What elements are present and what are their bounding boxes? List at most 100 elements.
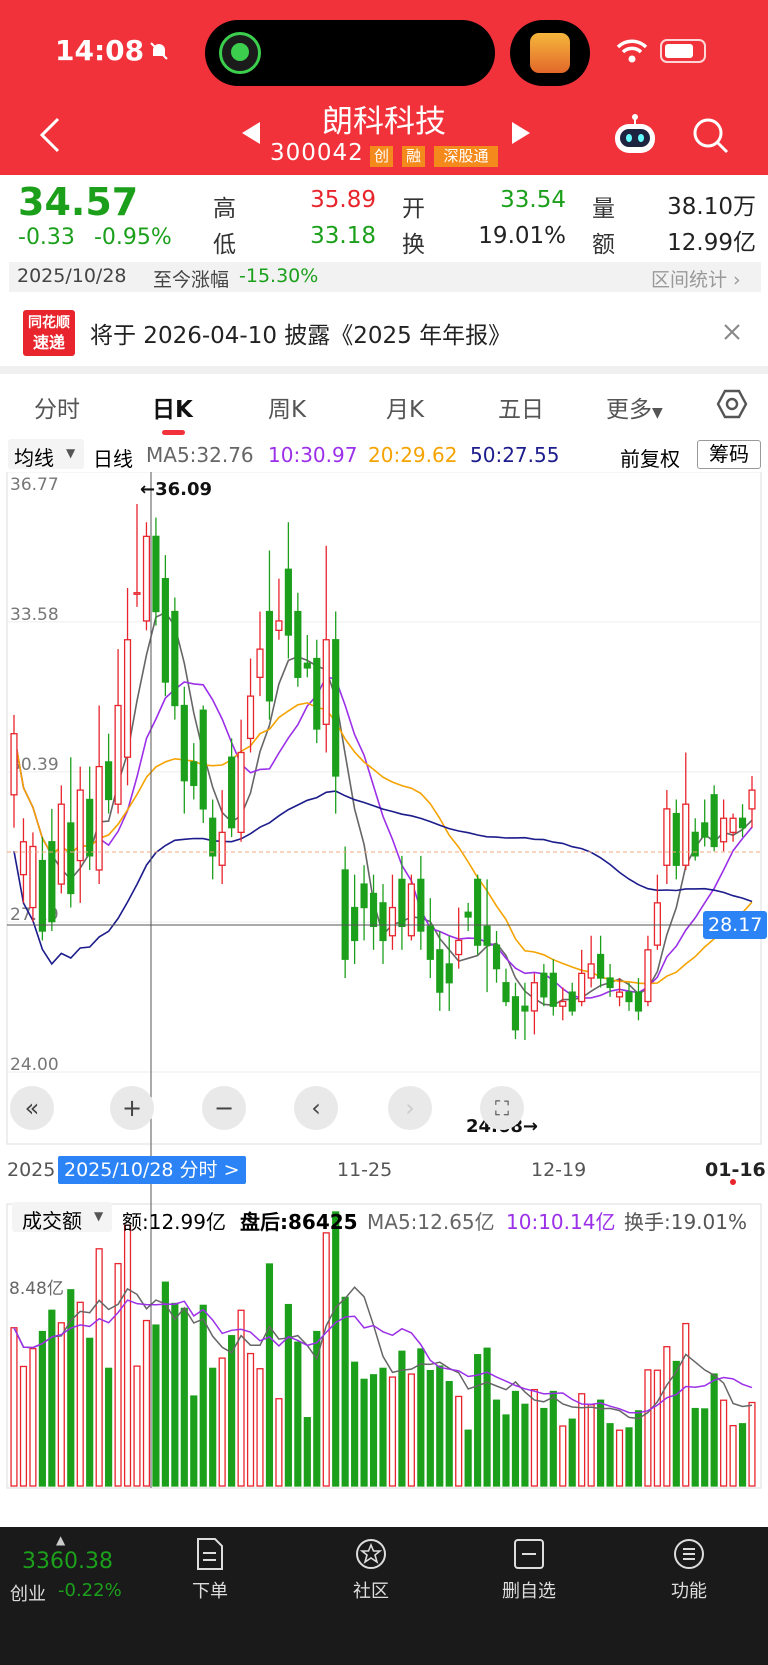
candle [294,610,302,678]
notice-logo-line2: 速递 [32,333,65,352]
volume-bar [653,1369,661,1487]
tab-more[interactable]: 更多▼ [606,390,663,424]
volume-bar [152,1324,160,1487]
ma50-value: 50:27.55 [470,443,560,467]
kline-chart[interactable]: 36.7733.5830.3927.1924.00 ←36.09 24.68→ … [0,472,768,1512]
scroll-left-button[interactable]: ‹ [294,1086,338,1130]
volume-bar [417,1348,425,1487]
tag-chuang: 创 [370,146,394,167]
volume-bar [549,1390,557,1487]
x-tick-start: 2025 [7,1159,55,1181]
ma5-value: MA5:32.76 [146,443,254,467]
volume-bar [341,1296,349,1487]
volume-bar [455,1395,463,1487]
candle [256,648,264,678]
volume-indicator-select[interactable]: 成交额 ▼ [12,1202,112,1233]
island-secondary [510,20,590,86]
candle [549,972,557,1007]
chips-button[interactable]: 筹码 [697,440,761,469]
zoom-minus-button[interactable]: − [202,1086,246,1130]
index-change: -0.22% [58,1580,122,1601]
selected-date-badge[interactable]: 2025/10/28 分时 > [58,1156,246,1184]
volume-bar [284,1303,292,1487]
ma20-value: 20:29.62 [368,443,458,467]
candle [701,822,709,838]
candle [86,798,94,857]
candle [426,925,434,960]
volume-bar [521,1403,529,1487]
hexagon-settings-icon[interactable] [716,388,748,420]
nav-order[interactable]: 下单 [165,1537,255,1603]
volume-bar [351,1361,359,1487]
caret-down-icon: ▼ [94,1209,104,1223]
island-app-icon[interactable] [219,32,261,74]
candle [748,789,756,810]
fullscreen-icon[interactable]: ⛶ [480,1086,524,1130]
volume-bar [464,1429,472,1487]
close-icon[interactable] [722,322,742,342]
tab-monthly-k[interactable]: 月K [386,390,424,424]
volume-ma5: MA5:12.65亿 [367,1210,495,1234]
candle [142,535,151,622]
candle [720,817,728,843]
tab-daily-k[interactable]: 日K [152,390,193,424]
candle [209,817,217,857]
range-stats-button[interactable]: 区间统计 › [651,265,741,292]
candle [76,789,84,862]
chart-border [6,472,762,1145]
candle [67,822,75,895]
volume-bar [738,1423,747,1487]
zoom-in-button[interactable]: + [110,1086,154,1130]
x-tick-1125: 11-25 [337,1159,392,1181]
search-icon[interactable] [690,115,730,155]
prev-stock-icon[interactable] [240,120,262,146]
nav-functions[interactable]: 功能 [644,1537,734,1603]
next-stock-icon[interactable] [510,120,532,146]
tab-five-day[interactable]: 五日 [498,390,544,424]
volume-bar [379,1367,387,1487]
turnover-value: 19.01% [478,223,566,249]
volume-bar [710,1373,718,1487]
volume-bar [597,1399,605,1487]
functions-menu-icon [674,1539,704,1569]
notice-banner[interactable]: 同花顺 速递 将于 2026-04-10 披露《2025 年年报》 [0,300,768,366]
community-star-icon [356,1539,386,1569]
remove-watchlist-icon [514,1539,544,1569]
robot-assistant-icon[interactable] [612,113,658,155]
candle [19,841,28,876]
volume-bar [161,1281,169,1487]
volume-bar [701,1408,709,1487]
island-app2-icon[interactable] [530,33,570,73]
volume-bar [492,1399,501,1487]
nav-community-label: 社区 [353,1581,389,1602]
volume-bar [133,1365,141,1487]
candle [738,817,747,829]
index-value[interactable]: 3360.38 [22,1549,113,1574]
adjust-button[interactable]: 前复权 [620,443,680,472]
order-doc-icon [197,1538,223,1570]
volume-label: 量 [592,196,615,222]
tag-shengutong: 深股通 [434,146,498,167]
candle [265,610,274,702]
header: 14:08 朗科科技 300042 创 融 深股通 [0,0,768,175]
candle [199,709,207,810]
tab-weekly-k[interactable]: 周K [268,390,306,424]
candle [284,568,292,636]
candle [653,902,661,946]
volume-y-label: 8.48亿 [9,1279,64,1299]
candle [341,869,349,960]
candle [625,991,633,1003]
change-percent: -0.95% [93,225,172,250]
candle [634,991,643,1012]
scroll-right-button[interactable]: › [388,1086,432,1130]
volume-select-label: 成交额 [22,1209,82,1233]
ma-legend-row: 均线 ▼ 日线 MA5:32.76 10:30.97 20:29.62 50:2… [0,438,768,472]
nav-remove-watchlist[interactable]: 删自选 [484,1537,574,1603]
tab-fenshi[interactable]: 分时 [34,390,80,424]
volume-bar [587,1404,595,1487]
indicator-select[interactable]: 均线 ▼ [8,439,84,470]
nav-community[interactable]: 社区 [326,1537,416,1603]
status-time: 14:08 [55,34,145,67]
zoom-out-history-button[interactable]: « [10,1086,54,1130]
bottom-bar: ▲ 3360.38 创业 -0.22% 下单 社区 删自选 功能 [0,1527,768,1665]
